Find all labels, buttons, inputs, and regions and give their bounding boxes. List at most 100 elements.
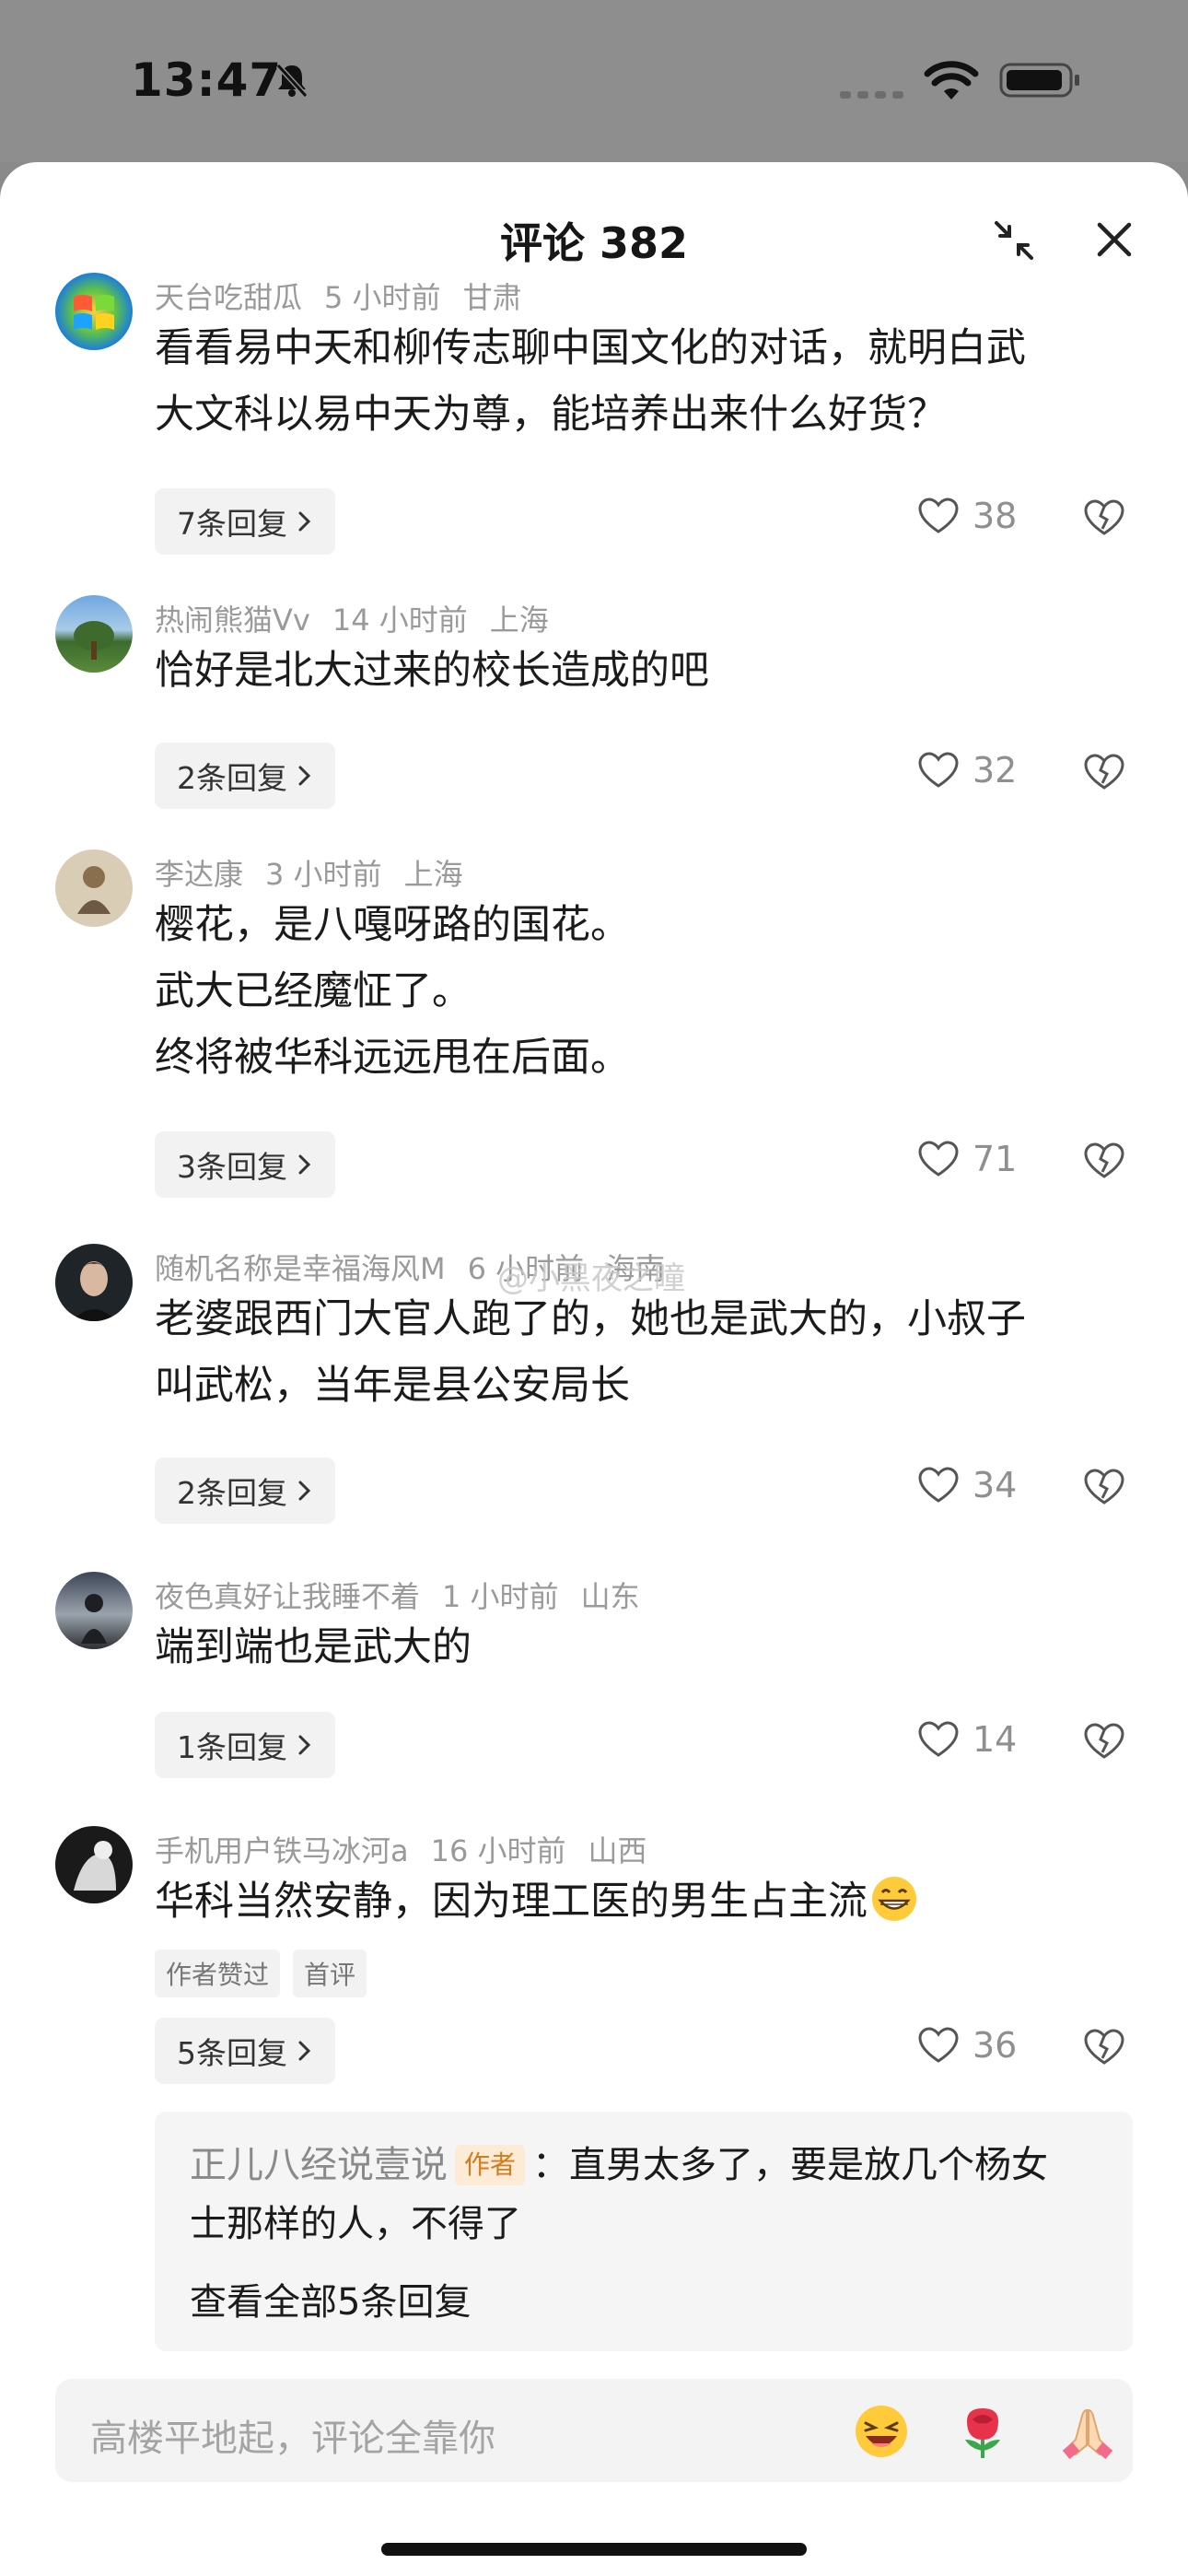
broken-heart-icon[interactable] bbox=[1083, 1721, 1125, 1762]
sub-reply-text: ：直男太多了，要是放几个杨女 bbox=[532, 2144, 1049, 2186]
author-liked-tag: 作者赞过 bbox=[155, 1950, 281, 1997]
replies-label: 2条回复 bbox=[177, 760, 287, 796]
bell-muted-icon bbox=[275, 63, 309, 99]
signal-icon bbox=[840, 91, 903, 99]
status-bar: 13:47 bbox=[0, 0, 1188, 162]
comment-line: 武大已经魔怔了。 bbox=[155, 968, 472, 1014]
praying-hands-emoji-icon[interactable] bbox=[1059, 2403, 1116, 2460]
comment-tags: 作者赞过 首评 bbox=[155, 1950, 367, 1997]
username[interactable]: 手机用户铁马冰河a bbox=[155, 1833, 409, 1868]
like-button[interactable]: 36 bbox=[917, 2025, 1017, 2066]
comment-line: 大文科以易中天为尊，能培养出来什么好货？ bbox=[155, 392, 947, 438]
username[interactable]: 夜色真好让我睡不着 bbox=[155, 1579, 420, 1614]
comment-meta: 热闹熊猫Vv 14 小时前 上海 bbox=[155, 597, 571, 639]
close-icon[interactable] bbox=[1092, 217, 1136, 262]
location: 上海 bbox=[489, 603, 549, 638]
avatar[interactable] bbox=[55, 273, 133, 350]
like-count: 14 bbox=[973, 1719, 1018, 1760]
like-count: 32 bbox=[973, 750, 1018, 790]
timestamp: 1 小时前 bbox=[442, 1579, 559, 1614]
like-button[interactable]: 14 bbox=[917, 1719, 1017, 1760]
broken-heart-icon[interactable] bbox=[1083, 1467, 1125, 1507]
comment-text[interactable]: 端到端也是武大的 bbox=[155, 1614, 1140, 1680]
avatar[interactable] bbox=[55, 1572, 133, 1649]
like-button[interactable]: 38 bbox=[917, 496, 1017, 536]
home-indicator[interactable] bbox=[381, 2543, 807, 2556]
location: 上海 bbox=[403, 857, 463, 892]
avatar[interactable] bbox=[55, 1826, 133, 1903]
comment-sheet: 评论 382 天台吃甜瓜 5 小时前 甘肃 看看易中天和柳传志聊中国文化的对话，就明… bbox=[0, 162, 1188, 2576]
chevron-right-icon bbox=[298, 511, 311, 532]
broken-heart-icon[interactable] bbox=[1083, 752, 1125, 792]
avatar[interactable] bbox=[55, 849, 133, 927]
laughing-emoji-icon[interactable] bbox=[853, 2403, 910, 2460]
view-replies-button[interactable]: 5条回复 bbox=[155, 2018, 335, 2084]
sub-reply-author[interactable]: 正儿八经说壹说 bbox=[190, 2144, 448, 2186]
comment-meta: 手机用户铁马冰河a 16 小时前 山西 bbox=[155, 1828, 670, 1870]
view-replies-button[interactable]: 1条回复 bbox=[155, 1712, 335, 1778]
timestamp: 5 小时前 bbox=[324, 280, 441, 315]
username[interactable]: 李达康 bbox=[155, 857, 243, 892]
like-count: 38 bbox=[973, 496, 1018, 536]
watermark-text: @小黑夜之瞳 bbox=[497, 1260, 685, 1297]
author-badge: 作者 bbox=[455, 2145, 526, 2185]
comment-line: 叫武松，当年是县公安局长 bbox=[155, 1363, 630, 1409]
view-all-replies-link[interactable]: 查看全部5条回复 bbox=[190, 2272, 1098, 2325]
view-replies-button[interactable]: 2条回复 bbox=[155, 743, 335, 809]
heart-icon bbox=[918, 498, 959, 533]
comment-meta: 李达康 3 小时前 上海 bbox=[155, 851, 485, 894]
sub-reply-preview[interactable]: 正儿八经说壹说 作者 ：直男太多了，要是放几个杨女 士那样的人，不得了 查看全部5条… bbox=[155, 2112, 1133, 2351]
comment-meta: 天台吃甜瓜 5 小时前 甘肃 bbox=[155, 275, 544, 317]
heart-icon bbox=[918, 1467, 959, 1503]
chevron-right-icon bbox=[298, 2041, 311, 2061]
like-count: 34 bbox=[973, 1465, 1018, 1505]
comment-meta: 夜色真好让我睡不着 1 小时前 山东 bbox=[155, 1574, 662, 1616]
broken-heart-icon[interactable] bbox=[1083, 1141, 1125, 1181]
comment-text[interactable]: 恰好是北大过来的校长造成的吧 bbox=[155, 638, 1140, 704]
replies-label: 1条回复 bbox=[177, 1729, 287, 1765]
heart-icon bbox=[918, 1721, 959, 1757]
comment-line-text: 华科当然安静，因为理工医的男生占主流 bbox=[155, 1879, 868, 1925]
view-replies-button[interactable]: 7条回复 bbox=[155, 488, 335, 555]
username[interactable]: 天台吃甜瓜 bbox=[155, 280, 302, 315]
comment-input[interactable]: 高楼平地起，评论全靠你 bbox=[55, 2379, 1133, 2482]
view-replies-button[interactable]: 3条回复 bbox=[155, 1131, 335, 1198]
like-count: 36 bbox=[973, 2025, 1018, 2066]
comment-line: 华科当然安静，因为理工医的男生占主流 bbox=[155, 1868, 1140, 1935]
like-count: 71 bbox=[973, 1139, 1018, 1179]
rose-emoji-icon[interactable] bbox=[954, 2403, 1011, 2460]
location: 甘肃 bbox=[462, 280, 522, 315]
broken-heart-icon[interactable] bbox=[1083, 2027, 1125, 2067]
replies-label: 2条回复 bbox=[177, 1475, 287, 1511]
like-button[interactable]: 32 bbox=[917, 750, 1017, 790]
heart-icon bbox=[918, 1141, 959, 1177]
comment-input-placeholder: 高楼平地起，评论全靠你 bbox=[90, 2418, 495, 2460]
comment-text[interactable]: 看看易中天和柳传志聊中国文化的对话，就明白武 大文科以易中天为尊，能培养出来什么… bbox=[155, 315, 1140, 448]
comment-text[interactable]: 华科当然安静，因为理工医的男生占主流 bbox=[155, 1868, 1140, 1935]
timestamp: 16 小时前 bbox=[430, 1833, 566, 1868]
comment-text[interactable]: 樱花，是八嘎呀路的国花。 武大已经魔怔了。 终将被华科远远甩在后面。 bbox=[155, 892, 1140, 1091]
comment-line: 樱花，是八嘎呀路的国花。 bbox=[155, 902, 630, 948]
wifi-icon bbox=[924, 61, 979, 100]
comment-text[interactable]: 老婆跟西门大官人跑了的，她也是武大的，小叔子 叫武松，当年是县公安局长 bbox=[155, 1286, 1140, 1419]
replies-label: 7条回复 bbox=[177, 506, 287, 542]
location: 山东 bbox=[580, 1579, 640, 1614]
like-button[interactable]: 34 bbox=[917, 1465, 1017, 1505]
avatar[interactable] bbox=[55, 1244, 133, 1321]
sub-reply-line: 正儿八经说壹说 作者 ：直男太多了，要是放几个杨女 bbox=[190, 2136, 1098, 2195]
username[interactable]: 热闹熊猫Vv bbox=[155, 603, 310, 638]
status-time: 13:47 bbox=[131, 53, 283, 107]
broken-heart-icon[interactable] bbox=[1083, 498, 1125, 538]
view-replies-button[interactable]: 2条回复 bbox=[155, 1458, 335, 1524]
first-comment-tag: 首评 bbox=[293, 1950, 367, 1997]
comment-line: 终将被华科远远甩在后面。 bbox=[155, 1035, 630, 1081]
replies-label: 5条回复 bbox=[177, 2035, 287, 2071]
chevron-right-icon bbox=[298, 1154, 311, 1175]
collapse-icon[interactable] bbox=[993, 219, 1035, 262]
timestamp: 3 小时前 bbox=[265, 857, 382, 892]
username[interactable]: 随机名称是幸福海风M bbox=[155, 1251, 446, 1286]
comment-line: 看看易中天和柳传志聊中国文化的对话，就明白武 bbox=[155, 325, 1026, 371]
like-button[interactable]: 71 bbox=[917, 1139, 1017, 1179]
avatar[interactable] bbox=[55, 595, 133, 673]
chevron-right-icon bbox=[298, 1735, 311, 1755]
